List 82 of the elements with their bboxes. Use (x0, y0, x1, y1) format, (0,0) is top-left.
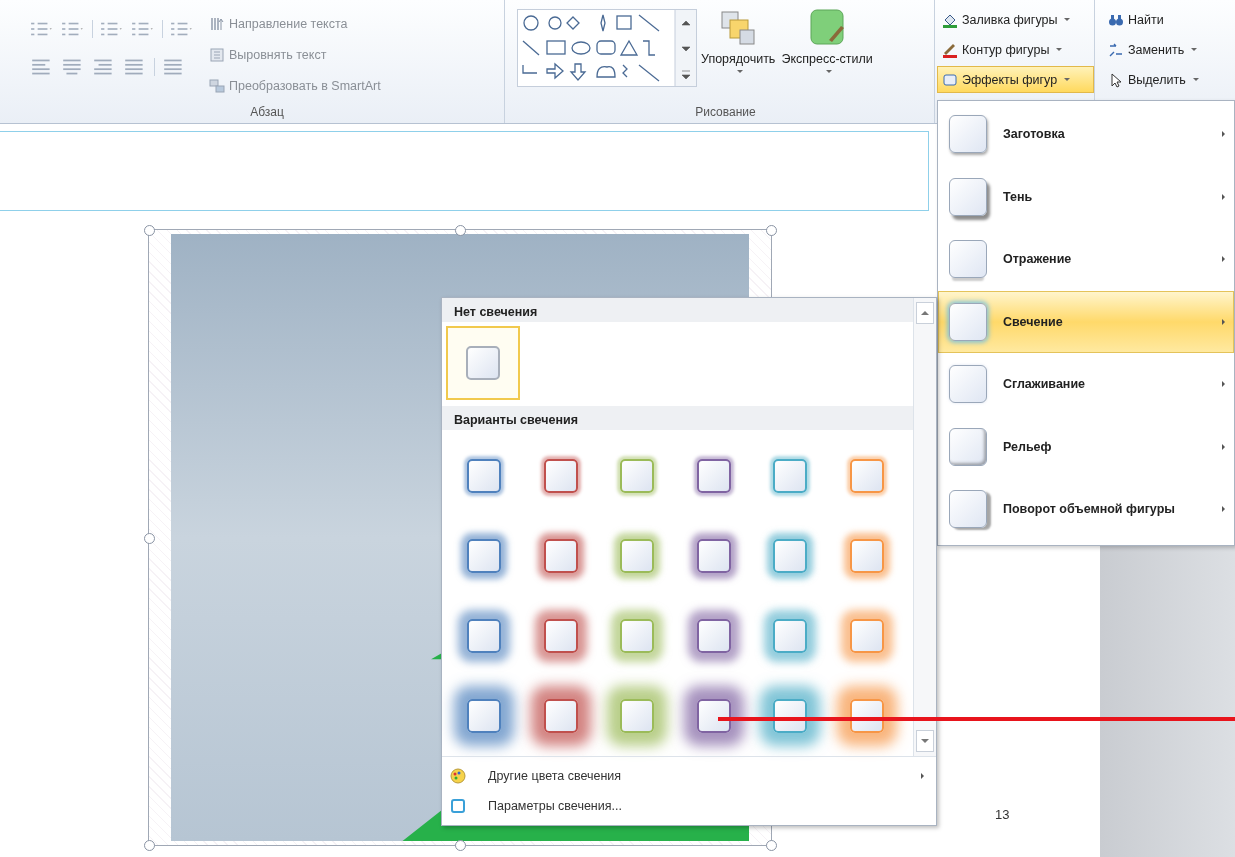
menu-item[interactable]: Рельеф (938, 415, 1234, 478)
glow-option[interactable] (696, 619, 731, 653)
glow-option[interactable] (620, 459, 655, 493)
menu-item[interactable]: Поворот объемной фигуры (938, 478, 1234, 541)
glow-option[interactable] (467, 459, 502, 493)
glow-option[interactable] (543, 619, 578, 653)
scrollbar[interactable] (914, 298, 936, 756)
text-box[interactable] (0, 131, 929, 211)
effect-preview-icon (949, 490, 987, 529)
text-layout-icon (209, 46, 225, 63)
text-direction-icon (209, 15, 225, 32)
glow-option[interactable] (849, 459, 884, 493)
glow-option[interactable] (620, 539, 655, 573)
smartart-icon (209, 77, 225, 94)
submenu-arrow-icon (921, 773, 924, 779)
submenu-arrow-icon (1222, 443, 1225, 450)
glow-option[interactable] (467, 539, 502, 573)
resize-handle[interactable] (766, 840, 777, 851)
glow-option[interactable] (467, 699, 502, 733)
glow-square-icon (450, 798, 466, 814)
effect-preview-icon (949, 427, 987, 466)
group-label: Рисование (694, 104, 757, 121)
group-label: Абзац (249, 104, 285, 121)
glow-option[interactable] (696, 539, 731, 573)
scroll-up-button[interactable] (916, 302, 934, 324)
find-button[interactable]: Найти (1103, 6, 1235, 33)
glow-option[interactable] (620, 699, 655, 733)
glow-option[interactable] (696, 699, 731, 733)
shape-outline-button[interactable]: Контур фигуры (937, 36, 1094, 63)
glow-option[interactable] (543, 459, 578, 493)
menu-item[interactable]: Сглаживание (938, 353, 1234, 416)
replace-icon (1108, 41, 1124, 58)
resize-handle[interactable] (144, 840, 155, 851)
glow-options-item[interactable]: Параметры свечения... (442, 791, 936, 821)
section-header: Нет свечения (442, 298, 913, 322)
effect-preview-icon (949, 302, 987, 341)
no-glow-option[interactable] (446, 326, 520, 400)
glow-option[interactable] (696, 459, 731, 493)
glow-option[interactable] (543, 699, 578, 733)
glow-option[interactable] (773, 619, 808, 653)
glow-option[interactable] (773, 459, 808, 493)
pencil-icon (942, 41, 958, 58)
glow-option[interactable] (849, 619, 884, 653)
shape-fill-button[interactable]: Заливка фигуры (937, 6, 1094, 33)
more-glow-colors-item[interactable]: Другие цвета свечения (442, 761, 936, 791)
select-button[interactable]: Выделить (1103, 66, 1235, 93)
glow-option[interactable] (543, 539, 578, 573)
effect-preview-icon (949, 115, 987, 154)
submenu-arrow-icon (1222, 131, 1225, 138)
shapes-gallery[interactable] (517, 8, 697, 88)
glow-option[interactable] (467, 619, 502, 653)
submenu-arrow-icon (1222, 506, 1225, 513)
menu-item[interactable]: Тень (938, 165, 1234, 228)
arrange-button[interactable]: Упорядочить (699, 8, 778, 73)
menu-item[interactable]: Отражение (938, 228, 1234, 291)
replace-button[interactable]: Заменить (1103, 36, 1235, 63)
resize-handle[interactable] (455, 840, 466, 851)
effect-preview-icon (949, 177, 987, 216)
resize-handle[interactable] (766, 225, 777, 236)
bulleted-list-icon[interactable] (30, 20, 54, 38)
shape-effects-button[interactable]: Эффекты фигур (937, 66, 1094, 93)
glow-option[interactable] (620, 619, 655, 653)
resize-handle[interactable] (144, 225, 155, 236)
resize-handle[interactable] (455, 225, 466, 236)
quick-styles-button[interactable]: Экспресс-стили (779, 8, 875, 73)
glow-option[interactable] (773, 539, 808, 573)
effect-preview-icon (949, 240, 987, 279)
menu-item[interactable]: Свечение (938, 290, 1234, 353)
page-number: 13 (995, 807, 1010, 822)
resize-handle[interactable] (144, 532, 155, 544)
glow-option[interactable] (849, 539, 884, 573)
submenu-arrow-icon (1222, 256, 1225, 263)
submenu-arrow-icon (1222, 193, 1225, 200)
shape-effects-icon (942, 71, 958, 88)
palette-icon (450, 768, 466, 784)
scroll-down-button[interactable] (916, 730, 934, 752)
submenu-arrow-icon (1222, 381, 1225, 388)
section-header: Варианты свечения (442, 406, 913, 430)
cursor-icon (1108, 71, 1124, 88)
effect-preview-icon (949, 365, 987, 404)
menu-item[interactable]: Заготовка (938, 103, 1234, 166)
submenu-arrow-icon (1222, 318, 1225, 325)
